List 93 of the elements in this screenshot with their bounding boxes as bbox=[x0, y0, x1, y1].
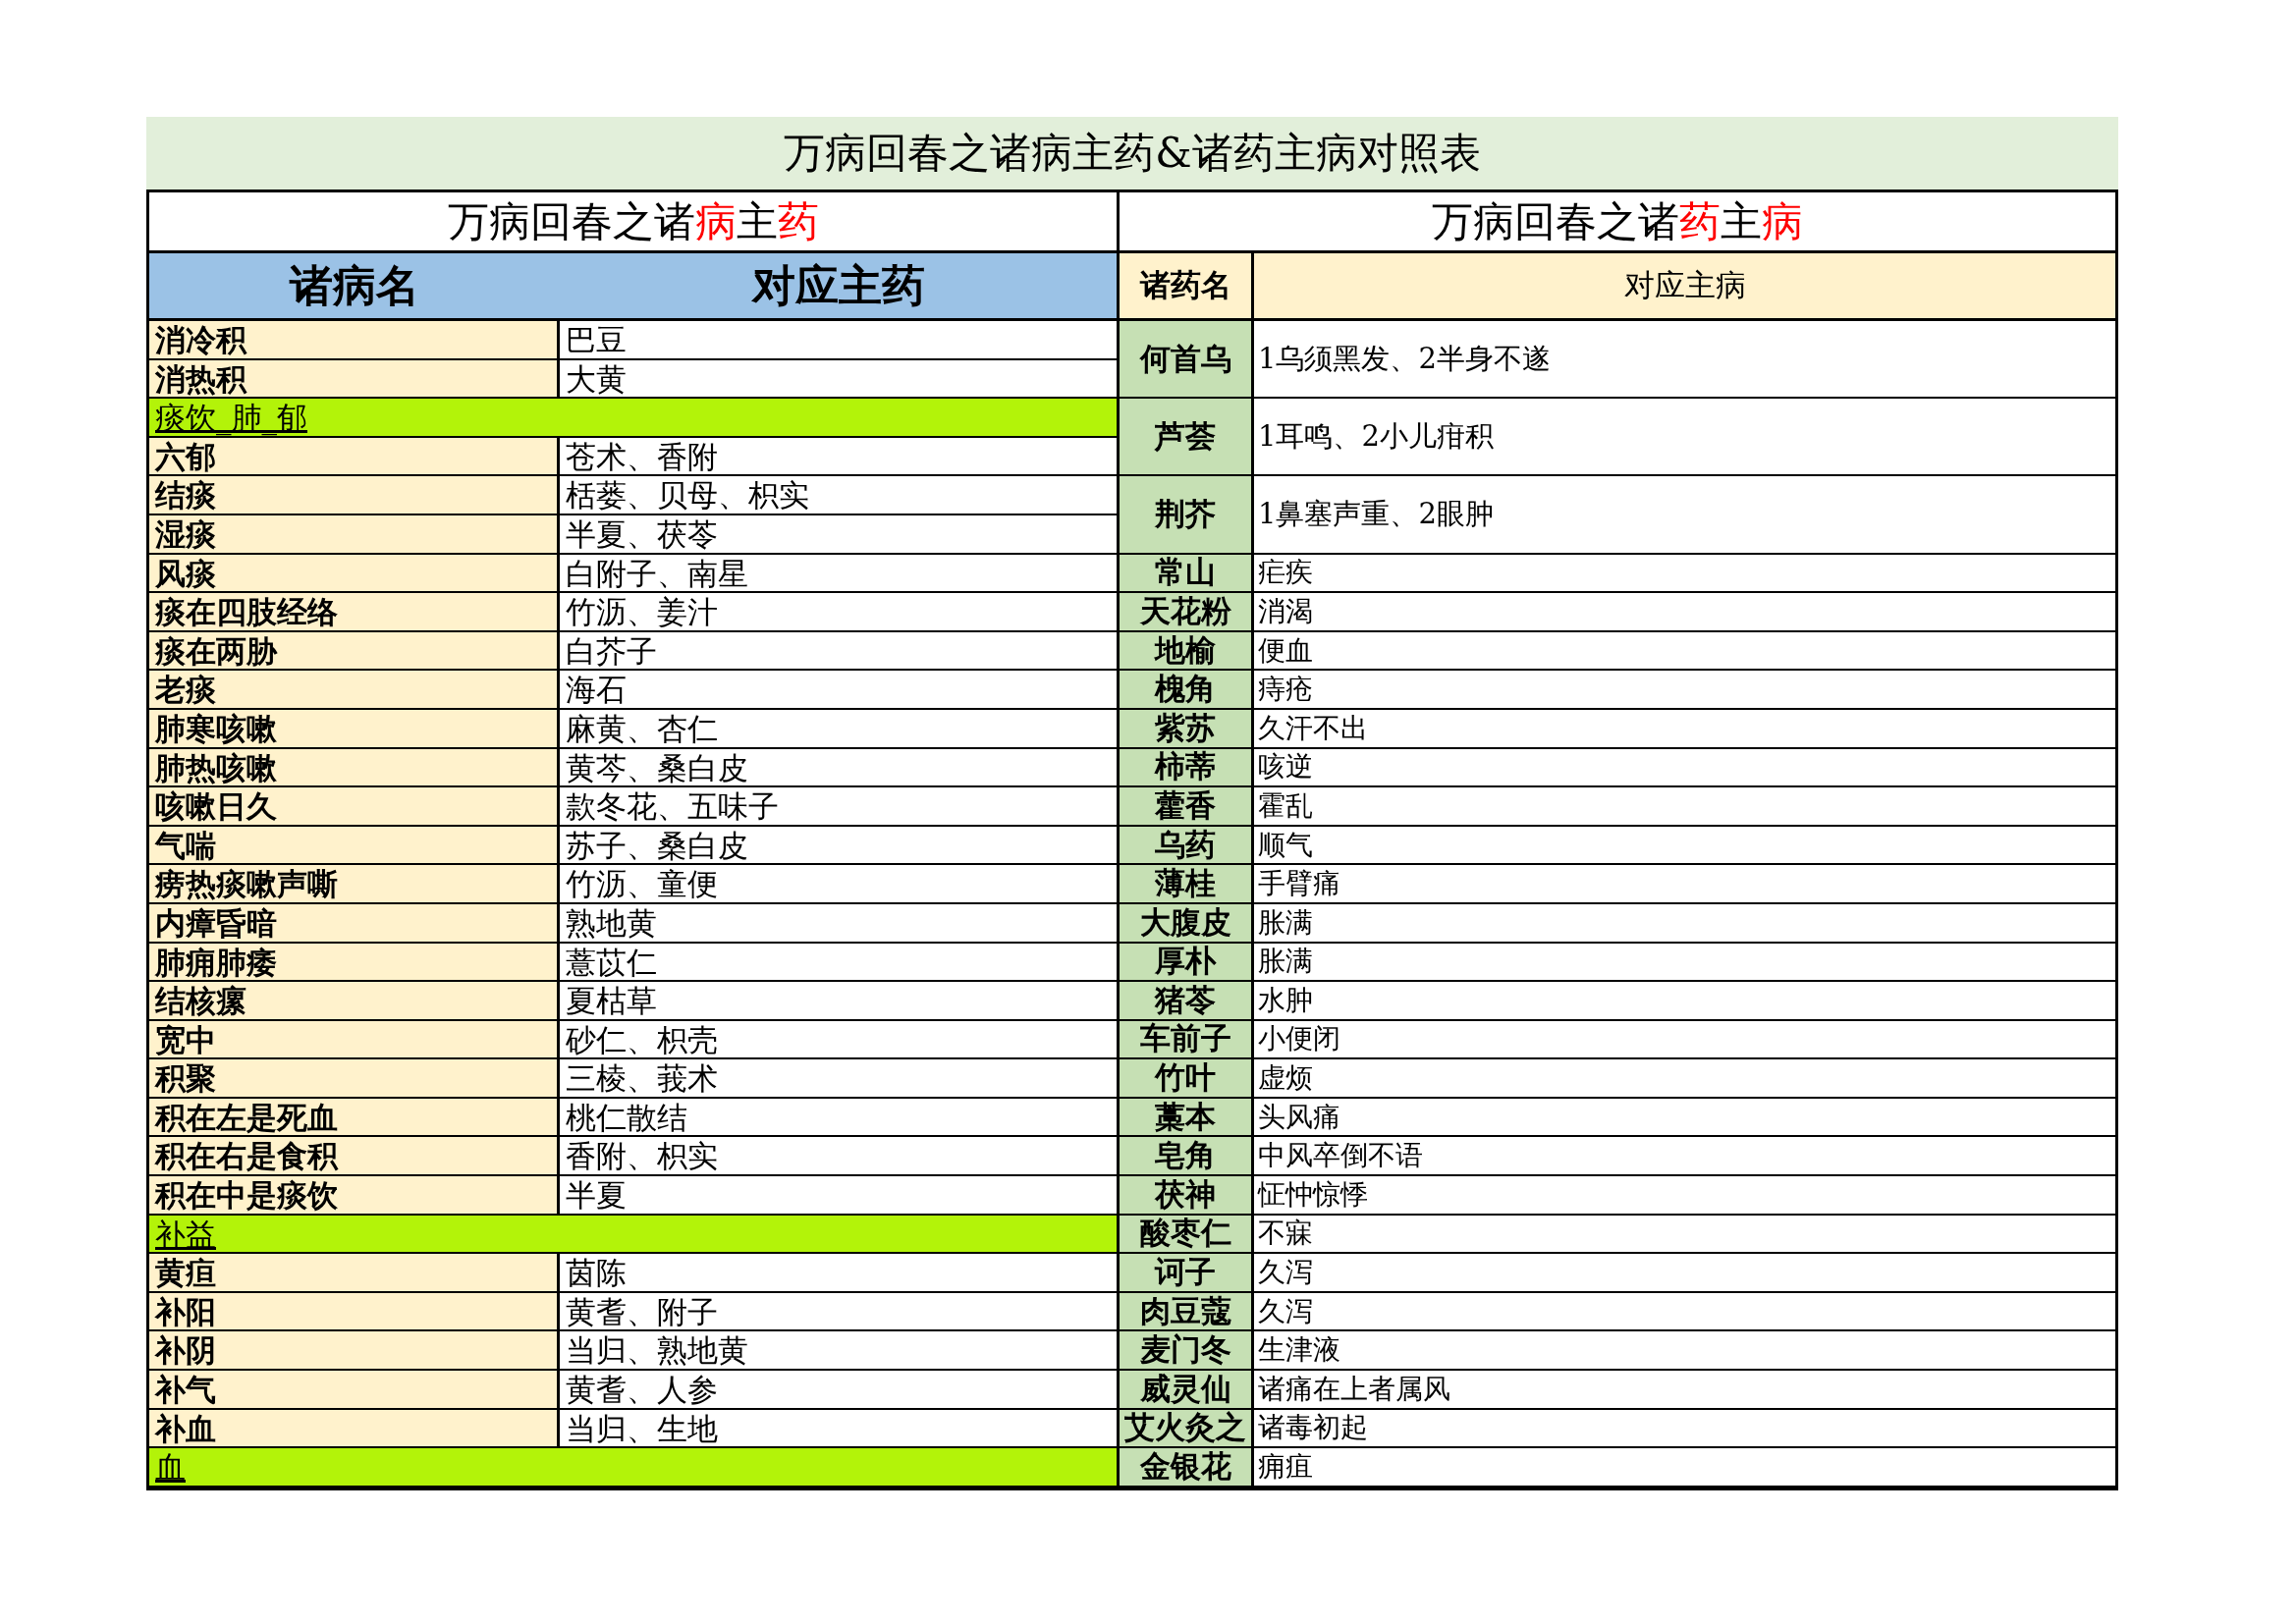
table-cell: 1耳鸣、2小儿疳积 bbox=[1254, 399, 2115, 477]
table-cell: 何首乌 bbox=[1120, 321, 1254, 400]
table-cell: 乌药 bbox=[1120, 826, 1254, 866]
table-cell: 结核瘰 bbox=[149, 982, 560, 1021]
table-cell: 酸枣仁 bbox=[1120, 1215, 1254, 1255]
table-cell: 便血 bbox=[1254, 631, 2115, 672]
column-header: 对应主药 bbox=[750, 258, 926, 312]
group-header: 血 bbox=[149, 1448, 1117, 1488]
table-cell: 怔忡惊悸 bbox=[1254, 1176, 2115, 1216]
table-cell: 皂角 bbox=[1120, 1137, 1254, 1177]
table-cell: 金银花 bbox=[1120, 1448, 1254, 1488]
table-cell: 黄疸 bbox=[149, 1254, 560, 1293]
table-cell: 消渴 bbox=[1254, 593, 2115, 632]
table-cell: 久汗不出 bbox=[1254, 709, 2115, 749]
table-cell: 痰在四肢经络 bbox=[149, 593, 560, 632]
table-cell: 六郁 bbox=[149, 437, 560, 477]
table-cell: 威灵仙 bbox=[1120, 1371, 1254, 1410]
table-cell: 藁本 bbox=[1120, 1098, 1254, 1138]
table-cell: 大腹皮 bbox=[1120, 903, 1254, 944]
table-cell: 艾火灸之 bbox=[1120, 1409, 1254, 1449]
table-cell: 紫苏 bbox=[1120, 709, 1254, 749]
table-cell: 小便闭 bbox=[1254, 1020, 2115, 1060]
table-cell: 内瘴昏暗 bbox=[149, 903, 560, 944]
table-cell: 痔疮 bbox=[1254, 671, 2115, 710]
table-cell: 地榆 bbox=[1120, 631, 1254, 672]
table-cell: 久泻 bbox=[1254, 1292, 2115, 1332]
table-cell: 柿蒂 bbox=[1120, 748, 1254, 788]
table-cell: 不寐 bbox=[1254, 1215, 2115, 1255]
table-cell: 藿香 bbox=[1120, 787, 1254, 827]
column-header: 对应主病 bbox=[1622, 266, 1747, 304]
table-cell: 荆芥 bbox=[1120, 476, 1254, 555]
table-cell: 竹叶 bbox=[1120, 1059, 1254, 1099]
table-cell: 积聚 bbox=[149, 1059, 560, 1099]
table-cell: 湿痰 bbox=[149, 514, 560, 555]
table-cell: 1鼻塞声重、2眼肿 bbox=[1254, 476, 2115, 555]
table-cell: 霍乱 bbox=[1254, 787, 2115, 827]
table-cell: 风痰 bbox=[149, 554, 560, 594]
table-cell: 香附、枳实 bbox=[560, 1137, 1117, 1177]
column-header: 诸药名 bbox=[1120, 253, 1254, 318]
table-cell: 胀满 bbox=[1254, 943, 2115, 983]
table-cell: 气喘 bbox=[149, 826, 560, 866]
table-cell: 中风卒倒不语 bbox=[1254, 1137, 2115, 1177]
table-cell: 痨热痰嗽声嘶 bbox=[149, 865, 560, 904]
table-cell: 积在右是食积 bbox=[149, 1137, 560, 1177]
table-cell: 厚朴 bbox=[1120, 943, 1254, 983]
table-cell: 肺热咳嗽 bbox=[149, 748, 560, 788]
table-cell: 咳逆 bbox=[1254, 748, 2115, 788]
table-cell: 老痰 bbox=[149, 671, 560, 710]
table-cell: 胀满 bbox=[1254, 903, 2115, 944]
table-cell: 肉豆蔻 bbox=[1120, 1292, 1254, 1332]
table-cell: 麦门冬 bbox=[1120, 1331, 1254, 1372]
table-cell: 1乌须黑发、2半身不遂 bbox=[1254, 321, 2115, 400]
table-cell: 生津液 bbox=[1254, 1331, 2115, 1372]
table-cell: 结痰 bbox=[149, 476, 560, 515]
table-cell: 天花粉 bbox=[1120, 593, 1254, 632]
table-cell: 手臂痛 bbox=[1254, 865, 2115, 904]
column-header: 诸病名 bbox=[288, 258, 420, 312]
table-cell: 咳嗽日久 bbox=[149, 787, 560, 827]
table-cell: 积在左是死血 bbox=[149, 1098, 560, 1138]
table-cell: 补阴 bbox=[149, 1331, 560, 1372]
table-cell: 虚烦 bbox=[1254, 1059, 2115, 1099]
table-cell: 头风痛 bbox=[1254, 1098, 2115, 1138]
table-cell: 肺寒咳嗽 bbox=[149, 709, 560, 749]
table-cell: 水肿 bbox=[1254, 982, 2115, 1021]
table-cell: 积在中是痰饮 bbox=[149, 1176, 560, 1216]
table-cell: 车前子 bbox=[1120, 1020, 1254, 1060]
table-cell: 诸痛在上者属风 bbox=[1254, 1371, 2115, 1410]
table-cell: 久泻 bbox=[1254, 1254, 2115, 1293]
table-cell: 消冷积 bbox=[149, 321, 560, 360]
table-cell: 茯神 bbox=[1120, 1176, 1254, 1216]
table-cell: 常山 bbox=[1120, 554, 1254, 594]
table-cell: 宽中 bbox=[149, 1020, 560, 1060]
table-cell: 补气 bbox=[149, 1371, 560, 1410]
table-cell: 竹沥、姜汁 bbox=[560, 593, 1117, 632]
table-title: 万病回春之诸病主药&诸药主病对照表 bbox=[146, 117, 2118, 189]
table-cell: 补血 bbox=[149, 1409, 560, 1449]
table-cell: 竹沥、童便 bbox=[560, 865, 1117, 904]
table-cell: 痰在两胁 bbox=[149, 631, 560, 672]
table-cell: 补阳 bbox=[149, 1292, 560, 1332]
table-cell: 芦荟 bbox=[1120, 399, 1254, 477]
table-cell: 顺气 bbox=[1254, 826, 2115, 866]
table-cell: 疟疾 bbox=[1254, 554, 2115, 594]
table-cell: 猪苓 bbox=[1120, 982, 1254, 1021]
table-cell: 消热积 bbox=[149, 359, 560, 400]
table-cell: 诃子 bbox=[1120, 1254, 1254, 1293]
group-header: 补益 bbox=[149, 1215, 1117, 1255]
table-cell: 诸毒初起 bbox=[1254, 1409, 2115, 1449]
table-cell: 栝蒌、贝母、枳实 bbox=[560, 476, 1117, 515]
table-cell: 肺痈肺痿 bbox=[149, 943, 560, 983]
table-cell: 薄桂 bbox=[1120, 865, 1254, 904]
table-cell: 痈疽 bbox=[1254, 1448, 2115, 1488]
group-header: 痰饮_肺_郁 bbox=[149, 399, 1117, 438]
table-cell: 槐角 bbox=[1120, 671, 1254, 710]
